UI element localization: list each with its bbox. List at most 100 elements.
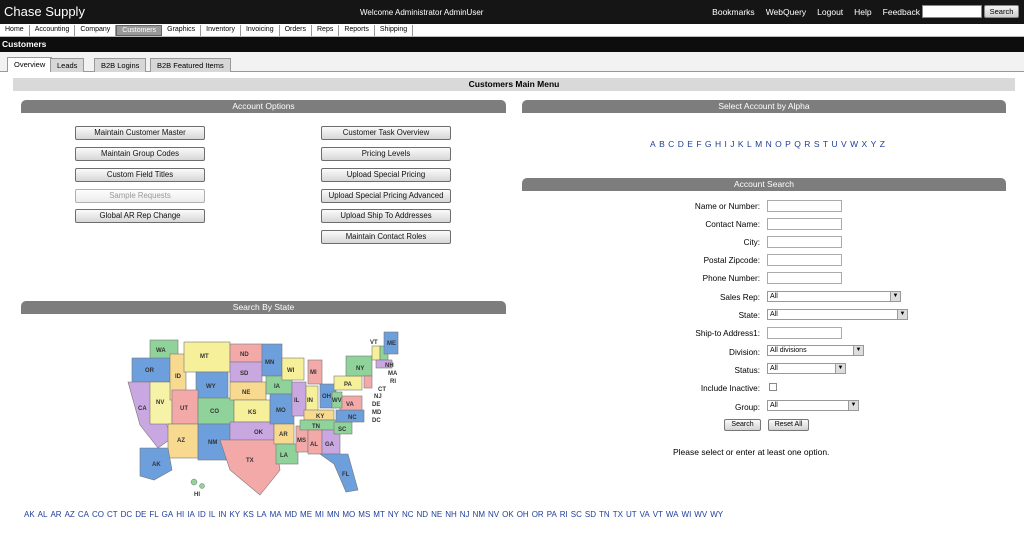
upload-special-pricing-button[interactable]: Upload Special Pricing [321,168,451,182]
shipto-input[interactable] [767,327,842,339]
state-link[interactable]: AL [38,510,48,519]
nav-company[interactable]: Company [75,25,117,36]
tab-b2b-logins[interactable]: B2B Logins [94,58,147,72]
state-link[interactable]: DC [121,510,133,519]
state-link[interactable]: ND [417,510,429,519]
state-link[interactable]: NH [445,510,457,519]
state-link[interactable]: IN [218,510,226,519]
city-input[interactable] [767,236,842,248]
maintain-group-codes-button[interactable]: Maintain Group Codes [75,147,205,161]
state-link[interactable]: MD [285,510,297,519]
state-link[interactable]: SD [585,510,596,519]
alpha-link[interactable]: W [850,139,858,149]
state-link[interactable]: ID [198,510,206,519]
include-inactive-checkbox[interactable] [769,383,777,391]
state-nj[interactable] [363,375,373,389]
nav-orders[interactable]: Orders [280,25,312,36]
alpha-link[interactable]: R [804,139,811,149]
alpha-link[interactable]: L [747,139,752,149]
state-link[interactable]: MA [270,510,282,519]
alpha-link[interactable]: S [814,139,820,149]
state-link[interactable]: CA [78,510,89,519]
state-hi[interactable] [190,478,198,486]
state-link[interactable]: LA [257,510,267,519]
nav-reps[interactable]: Reps [312,25,340,36]
group-select[interactable]: All ▼ [767,400,859,411]
maintain-contact-roles-button[interactable]: Maintain Contact Roles [321,230,451,244]
us-map-svg[interactable]: WA OR CA NV ID MT WY UT AZ CO NM ND SD N… [120,330,405,500]
state-link[interactable]: MO [342,510,355,519]
alpha-link[interactable]: U [831,139,838,149]
state-hi-island[interactable] [199,483,205,489]
custom-field-titles-button[interactable]: Custom Field Titles [75,168,205,182]
alpha-link[interactable]: X [862,139,868,149]
division-select[interactable]: All divisions ▼ [767,345,864,356]
alpha-link[interactable]: E [687,139,693,149]
alpha-link[interactable]: P [785,139,791,149]
state-link[interactable]: KY [229,510,240,519]
sample-requests-button[interactable]: Sample Requests [75,189,205,203]
bookmarks-link[interactable]: Bookmarks [712,7,755,17]
state-link[interactable]: WV [694,510,707,519]
alpha-link[interactable]: G [705,139,712,149]
search-button[interactable]: Search [724,419,761,431]
alpha-link[interactable]: V [841,139,847,149]
alpha-link[interactable]: C [668,139,675,149]
status-select[interactable]: All ▼ [767,363,846,374]
zip-input[interactable] [767,254,842,266]
state-link[interactable]: TX [613,510,623,519]
alpha-link[interactable]: F [696,139,702,149]
state-ok[interactable] [229,421,275,441]
nav-accounting[interactable]: Accounting [30,25,76,36]
feedback-link[interactable]: Feedback [883,7,920,17]
upload-special-pricing-advanced-button[interactable]: Upload Special Pricing Advanced [321,189,451,203]
help-link[interactable]: Help [854,7,871,17]
state-link[interactable]: NJ [460,510,470,519]
state-link[interactable]: NC [402,510,414,519]
state-link[interactable]: TN [599,510,610,519]
nav-graphics[interactable]: Graphics [162,25,202,36]
alpha-link[interactable]: M [755,139,762,149]
alpha-link[interactable]: O [775,139,782,149]
state-link[interactable]: AR [50,510,61,519]
tab-leads[interactable]: Leads [50,58,85,72]
state-link[interactable]: GA [162,510,174,519]
state-link[interactable]: MS [358,510,370,519]
state-link[interactable]: WY [710,510,723,519]
tab-overview[interactable]: Overview [7,57,53,73]
state-link[interactable]: CO [92,510,104,519]
alpha-link[interactable]: I [724,139,727,149]
state-link[interactable]: NE [431,510,442,519]
state-link[interactable]: IA [187,510,195,519]
state-link[interactable]: MN [327,510,339,519]
alpha-link[interactable]: Y [871,139,877,149]
top-search-input[interactable] [922,5,982,18]
state-link[interactable]: FL [149,510,158,519]
nav-invoicing[interactable]: Invoicing [241,25,280,36]
state-link[interactable]: MI [315,510,324,519]
state-vt[interactable] [371,345,381,361]
phone-input[interactable] [767,272,842,284]
nav-shipping[interactable]: Shipping [375,25,414,36]
state-link[interactable]: WI [682,510,692,519]
state-select[interactable]: All ▼ [767,309,908,320]
state-link[interactable]: NM [473,510,485,519]
state-link[interactable]: IL [209,510,216,519]
state-link[interactable]: NV [488,510,499,519]
alpha-link[interactable]: Q [794,139,801,149]
alpha-link[interactable]: H [715,139,722,149]
state-link[interactable]: VT [653,510,663,519]
state-link[interactable]: CT [107,510,118,519]
state-link[interactable]: WA [666,510,679,519]
state-link[interactable]: HI [176,510,184,519]
pricing-levels-button[interactable]: Pricing Levels [321,147,451,161]
customer-task-overview-button[interactable]: Customer Task Overview [321,126,451,140]
state-link[interactable]: SC [571,510,582,519]
state-link[interactable]: OR [532,510,544,519]
state-link[interactable]: RI [560,510,568,519]
alpha-link[interactable]: K [738,139,744,149]
nav-customers[interactable]: Customers [116,25,163,36]
state-fl[interactable] [319,453,359,493]
sales-rep-select[interactable]: All ▼ [767,291,901,302]
us-map[interactable]: WA OR CA NV ID MT WY UT AZ CO NM ND SD N… [120,330,405,500]
